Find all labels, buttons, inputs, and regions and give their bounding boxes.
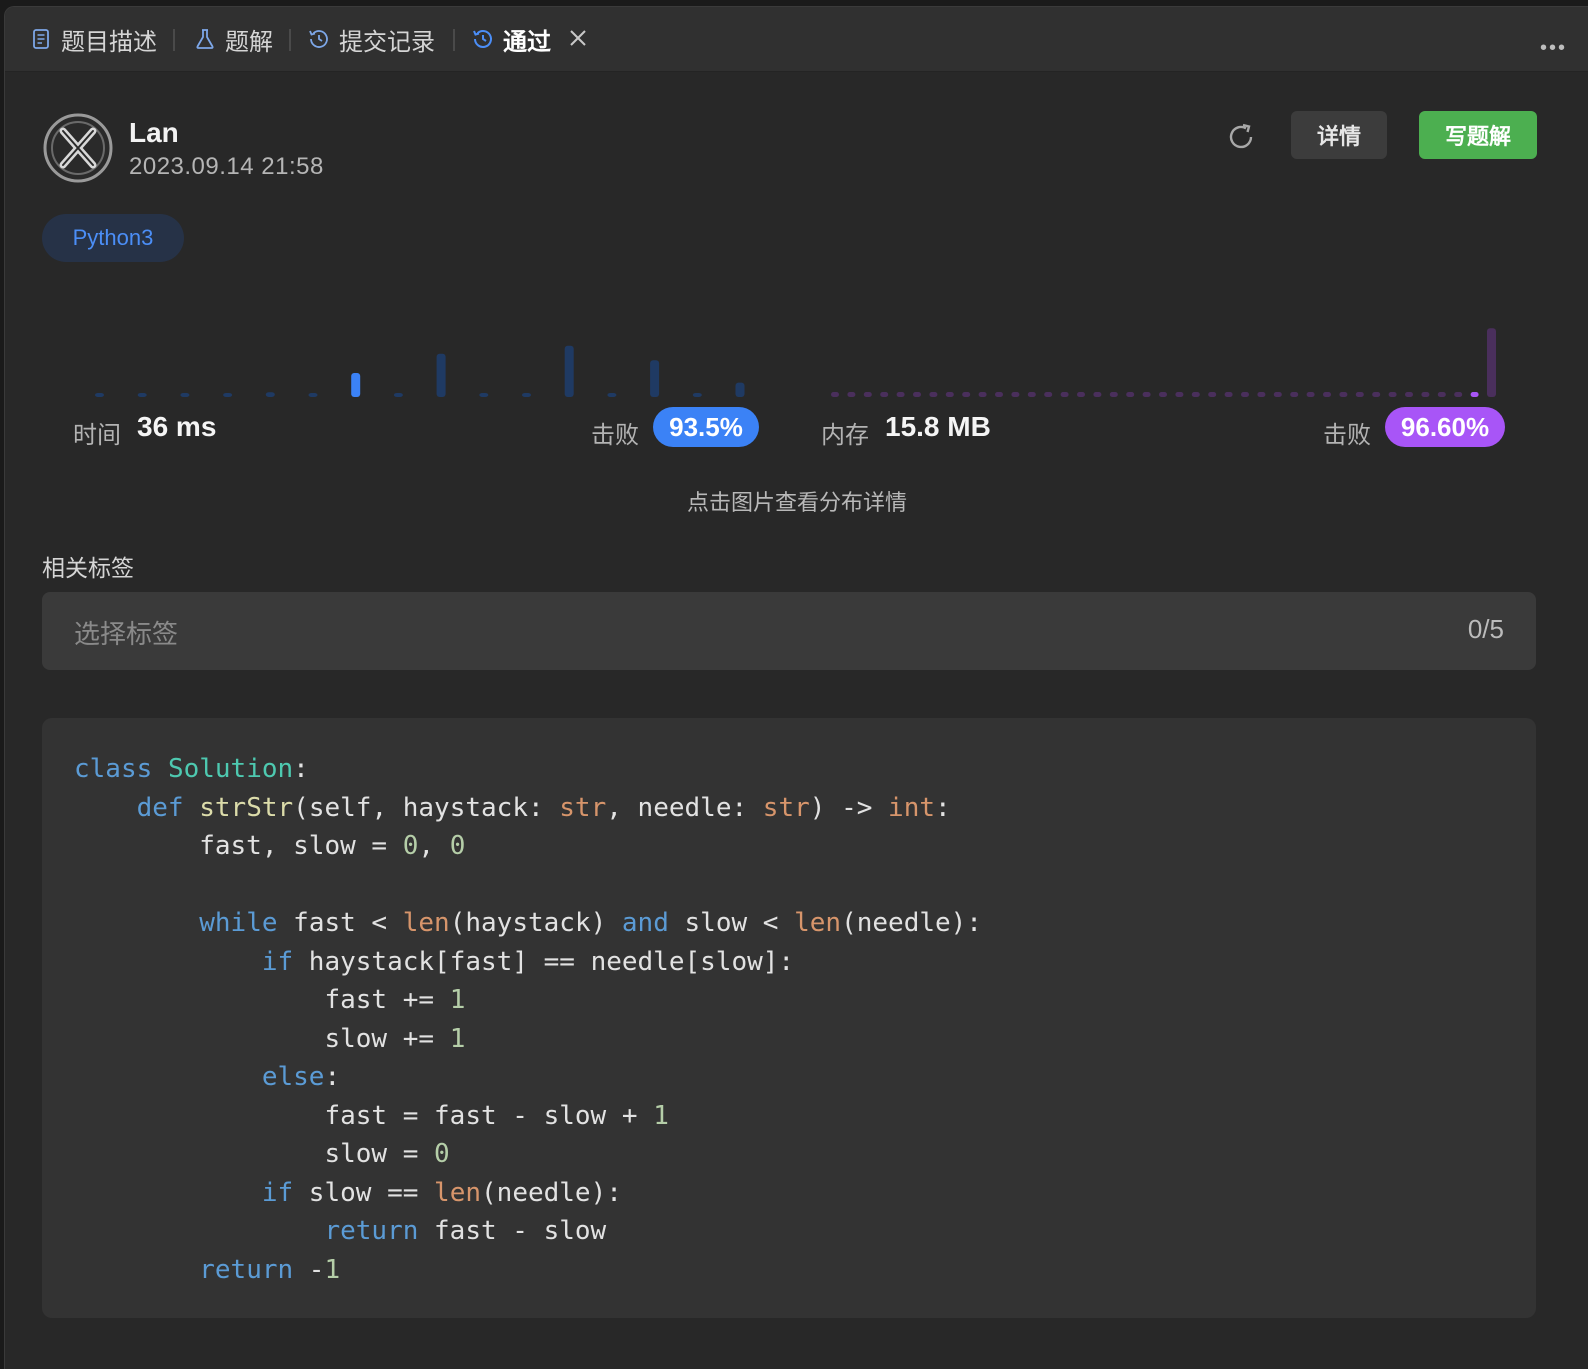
document-icon bbox=[29, 27, 53, 51]
runtime-value: 36 ms bbox=[137, 411, 217, 442]
language-badge: Python3 bbox=[42, 214, 184, 262]
memory-distribution-dot[interactable] bbox=[1109, 392, 1118, 397]
memory-distribution-dot[interactable] bbox=[929, 392, 938, 397]
memory-distribution-dot[interactable] bbox=[1355, 392, 1364, 397]
refresh-icon[interactable] bbox=[1223, 119, 1259, 155]
runtime-label: 时间 bbox=[73, 422, 121, 449]
memory-distribution-peak-bar[interactable] bbox=[1487, 328, 1496, 397]
memory-distribution-dot[interactable] bbox=[1060, 392, 1069, 397]
memory-distribution-dot[interactable] bbox=[1224, 392, 1233, 397]
tag-select-input[interactable]: 选择标签 0/5 bbox=[42, 592, 1536, 670]
runtime-distribution-bar[interactable] bbox=[479, 393, 489, 397]
source-code: class Solution: def strStr(self, haystac… bbox=[74, 754, 982, 1285]
tab-solutions-label: 题解 bbox=[225, 28, 273, 56]
memory-distribution-dot[interactable] bbox=[1044, 392, 1053, 397]
flask-icon bbox=[193, 27, 217, 51]
memory-distribution-dot[interactable] bbox=[1077, 392, 1085, 397]
memory-distribution-dot[interactable] bbox=[1159, 392, 1167, 397]
memory-distribution-dot[interactable] bbox=[1142, 392, 1151, 397]
memory-distribution-dot[interactable] bbox=[896, 392, 905, 397]
memory-distribution-dot[interactable] bbox=[1093, 392, 1102, 397]
memory-distribution-dot[interactable] bbox=[1273, 392, 1282, 397]
memory-distribution-dot[interactable] bbox=[1175, 392, 1184, 397]
memory-distribution-dot[interactable] bbox=[1306, 392, 1315, 397]
related-tags-title: 相关标签 bbox=[42, 555, 134, 581]
memory-distribution-dot[interactable] bbox=[945, 392, 954, 397]
memory-beats-badge: 96.60% bbox=[1385, 407, 1505, 447]
memory-distribution-dot[interactable] bbox=[995, 392, 1003, 397]
memory-distribution-dot[interactable] bbox=[1339, 392, 1348, 397]
tab-submissions-label: 提交记录 bbox=[339, 28, 435, 56]
memory-distribution-dot[interactable] bbox=[1027, 392, 1036, 397]
tab-divider bbox=[173, 29, 175, 51]
runtime-beats-badge: 93.5% bbox=[653, 407, 759, 447]
memory-distribution-dot[interactable] bbox=[1323, 392, 1331, 397]
memory-label: 内存 bbox=[821, 422, 869, 449]
tab-submissions[interactable]: 提交记录 bbox=[307, 21, 435, 57]
runtime-distribution-bar[interactable] bbox=[351, 373, 361, 397]
runtime-distribution-bar[interactable] bbox=[692, 393, 702, 397]
tab-divider bbox=[289, 29, 291, 51]
username[interactable]: Lan bbox=[129, 117, 179, 149]
memory-beats-label: 击败 bbox=[1323, 422, 1371, 449]
memory-distribution-dot[interactable] bbox=[1241, 392, 1249, 397]
submission-datetime: 2023.09.14 21:58 bbox=[129, 153, 324, 180]
runtime-distribution-bar[interactable] bbox=[265, 392, 275, 397]
runtime-distribution-bar[interactable] bbox=[522, 393, 531, 397]
memory-distribution-dot[interactable] bbox=[1421, 392, 1430, 397]
memory-distribution-dot[interactable] bbox=[863, 392, 872, 397]
memory-distribution-dot[interactable] bbox=[831, 392, 839, 397]
memory-distribution-dot[interactable] bbox=[1437, 392, 1446, 397]
runtime-beats-label: 击败 bbox=[591, 422, 639, 449]
avatar[interactable] bbox=[43, 113, 113, 183]
tab-description-label: 题目描述 bbox=[61, 28, 157, 56]
runtime-distribution-bar[interactable] bbox=[180, 393, 190, 397]
tab-bar: 题目描述 题解 提交记录 通过 ••• bbox=[5, 7, 1588, 72]
runtime-distribution-bar[interactable] bbox=[223, 393, 233, 397]
runtime-distribution-bar[interactable] bbox=[137, 393, 147, 397]
memory-distribution-dot[interactable] bbox=[1454, 392, 1463, 397]
memory-distribution-dot[interactable] bbox=[1388, 392, 1397, 397]
tag-count: 0/5 bbox=[1467, 614, 1504, 644]
runtime-distribution-bar[interactable] bbox=[564, 345, 574, 397]
tab-description[interactable]: 题目描述 bbox=[29, 21, 157, 57]
code-block: class Solution: def strStr(self, haystac… bbox=[42, 718, 1536, 1318]
runtime-distribution-bar[interactable] bbox=[607, 393, 617, 397]
write-solution-button[interactable]: 写题解 bbox=[1419, 111, 1537, 159]
submission-panel: 题目描述 题解 提交记录 通过 ••• Lan 2023.09.14 21:58… bbox=[4, 6, 1588, 1369]
runtime-distribution-bar[interactable] bbox=[308, 393, 318, 397]
memory-distribution-dot[interactable] bbox=[962, 392, 971, 397]
tab-accepted-label: 通过 bbox=[503, 28, 551, 56]
runtime-distribution-bar[interactable] bbox=[95, 393, 104, 397]
more-options-icon[interactable]: ••• bbox=[1540, 37, 1567, 60]
memory-value: 15.8 MB bbox=[885, 411, 991, 442]
runtime-distribution-bar[interactable] bbox=[436, 353, 446, 397]
memory-distribution-dot[interactable] bbox=[847, 392, 856, 397]
close-icon[interactable] bbox=[567, 27, 589, 49]
distribution-chart[interactable] bbox=[5, 297, 1588, 407]
tag-select-placeholder: 选择标签 bbox=[74, 619, 179, 649]
memory-distribution-dot[interactable] bbox=[1470, 392, 1479, 397]
memory-distribution-dot[interactable] bbox=[1191, 392, 1200, 397]
memory-distribution-dot[interactable] bbox=[1208, 392, 1217, 397]
memory-distribution-dot[interactable] bbox=[1405, 392, 1413, 397]
details-button[interactable]: 详情 bbox=[1291, 111, 1387, 159]
memory-distribution-dot[interactable] bbox=[1011, 392, 1020, 397]
memory-distribution-dot[interactable] bbox=[880, 392, 889, 397]
runtime-distribution-bar[interactable] bbox=[735, 382, 745, 397]
runtime-distribution-bar[interactable] bbox=[650, 360, 660, 397]
tab-accepted[interactable]: 通过 bbox=[471, 21, 551, 57]
history-icon bbox=[307, 27, 331, 51]
memory-distribution-dot[interactable] bbox=[1126, 392, 1135, 397]
memory-distribution-dot[interactable] bbox=[1290, 392, 1299, 397]
memory-distribution-dot[interactable] bbox=[1372, 392, 1381, 397]
history-icon bbox=[471, 27, 495, 51]
memory-distribution-dot[interactable] bbox=[1257, 392, 1266, 397]
runtime-distribution-bar[interactable] bbox=[393, 393, 403, 397]
memory-distribution-dot[interactable] bbox=[978, 392, 987, 397]
tab-divider bbox=[453, 29, 455, 51]
distribution-hint[interactable]: 点击图片查看分布详情 bbox=[5, 485, 1588, 517]
tab-solutions[interactable]: 题解 bbox=[193, 21, 273, 57]
memory-distribution-dot[interactable] bbox=[913, 392, 921, 397]
